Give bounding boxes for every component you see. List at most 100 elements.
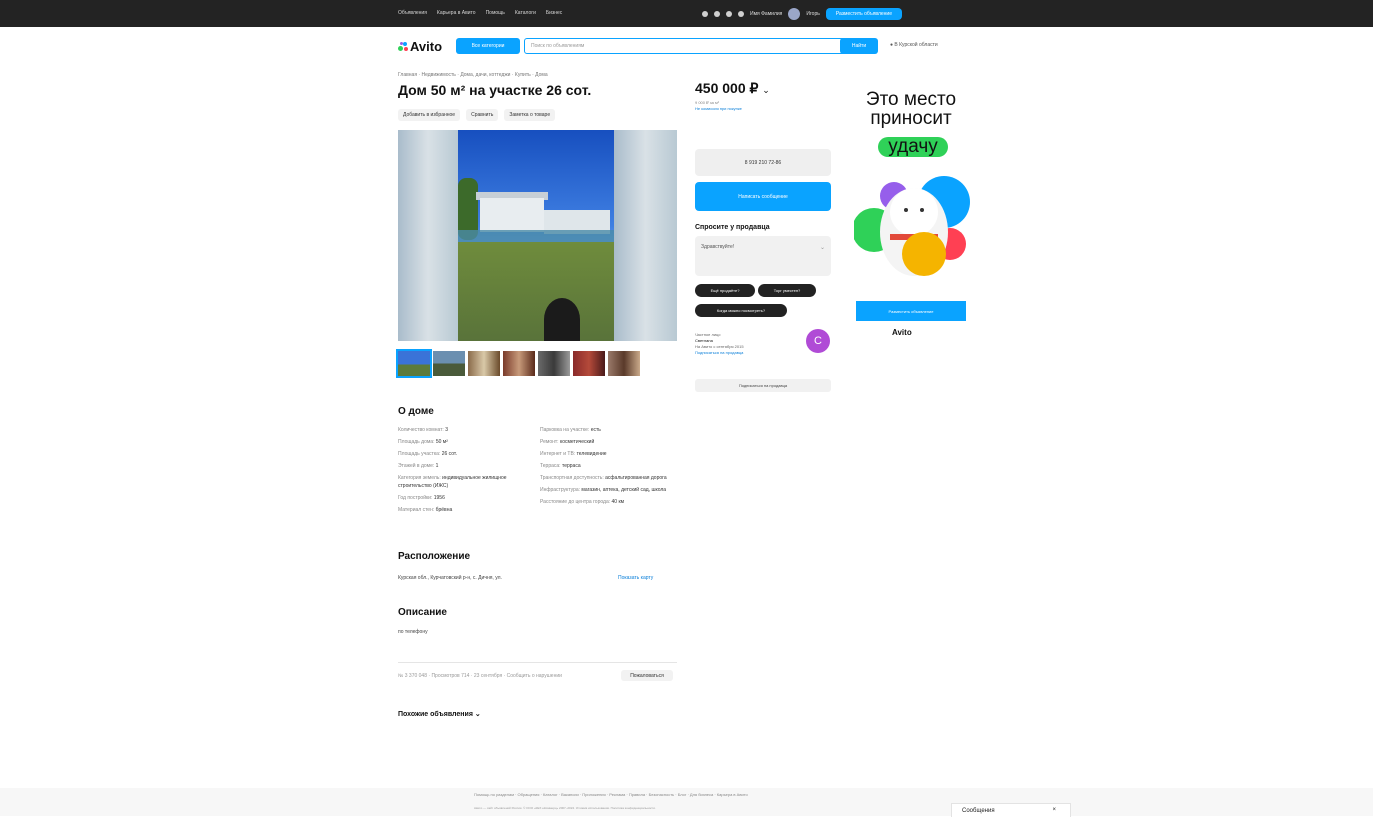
- top-nav-item[interactable]: Объявления: [398, 10, 427, 16]
- chevron-down-icon: ⌄: [819, 245, 825, 251]
- top-nav-item[interactable]: Каталоги: [515, 10, 536, 16]
- param-row: Площадь дома: 50 м²: [398, 439, 448, 445]
- thumbnail[interactable]: [573, 351, 605, 376]
- user-name[interactable]: Имя Фамилия: [750, 11, 782, 17]
- thumbnail[interactable]: [503, 351, 535, 376]
- about-heading: О доме: [398, 406, 434, 417]
- quick-question-chip[interactable]: Когда можно посмотреть?: [695, 304, 787, 317]
- param-row: Транспортная доступность: асфальтированн…: [540, 475, 667, 481]
- messenger-label: Сообщения: [962, 808, 995, 814]
- ask-seller-heading: Спросите у продавца: [695, 224, 770, 231]
- gallery-blur-left: [398, 130, 458, 341]
- about-params-right: Парковка на участке: есть Ремонт: космет…: [540, 426, 680, 510]
- param-row: Терраса: терраса: [540, 463, 581, 469]
- logo-dots-icon: [398, 41, 408, 52]
- complain-button[interactable]: Пожаловаться: [621, 670, 673, 681]
- cart-icon[interactable]: [738, 11, 744, 17]
- seller-info: Частное лицо Светлана На Авито с сентябр…: [695, 332, 744, 356]
- notifications-icon[interactable]: [726, 11, 732, 17]
- top-nav-item[interactable]: Бизнес: [546, 10, 562, 16]
- search-input[interactable]: Поиск по объявлениям: [524, 38, 846, 54]
- param-row: Этажей в доме: 1: [398, 463, 439, 469]
- param-row: Парковка на участке: есть: [540, 427, 601, 433]
- site-header: Avito Все категории Поиск по объявлениям…: [398, 36, 973, 56]
- avito-logo[interactable]: Avito: [398, 39, 442, 54]
- param-row: Инфраструктура: магазин, аптека, детский…: [540, 487, 667, 493]
- quick-question-chip[interactable]: Ещё продаёте?: [695, 284, 755, 297]
- description-text: по телефону: [398, 629, 428, 635]
- show-phone-button[interactable]: 8 919 210 72-86: [695, 149, 831, 176]
- photo-gallery[interactable]: [398, 130, 677, 341]
- page-title: Дом 50 м² на участке 26 сот.: [398, 82, 592, 98]
- commission-note[interactable]: Не комиссия при покупке: [695, 106, 742, 112]
- ad-line: приносит: [870, 108, 952, 129]
- thumbnail[interactable]: [608, 351, 640, 376]
- ad-headline: Это место приносит: [846, 90, 976, 128]
- logo-text: Avito: [410, 39, 443, 54]
- param-row: Интернет и ТВ: телевидение: [540, 451, 607, 457]
- thumbnail[interactable]: [396, 349, 432, 378]
- breadcrumb[interactable]: Главная · Недвижимость · Дома, дачи, кот…: [398, 72, 548, 78]
- favorites-icon[interactable]: [702, 11, 708, 17]
- price-note: 9 000 ₽ за м² Не комиссия при покупке: [695, 100, 742, 112]
- lucky-cat-image: [854, 176, 970, 276]
- post-ad-button[interactable]: Разместить объявление: [825, 8, 903, 20]
- write-message-button[interactable]: Написать сообщение: [695, 182, 831, 211]
- seller-subscribe-link[interactable]: Подписаться на продавца: [695, 350, 744, 356]
- chevron-down-icon[interactable]: ⌄: [762, 85, 770, 95]
- note-button[interactable]: Заметка о товаре: [504, 109, 556, 121]
- photo-thumbnails: [396, 349, 640, 378]
- param-row: Количество комнат: 3: [398, 427, 448, 433]
- param-row: Расстояние до центра города: 40 км: [540, 499, 625, 505]
- seller-avatar[interactable]: С: [806, 329, 830, 353]
- messenger-panel[interactable]: Сообщения ×: [951, 803, 1071, 817]
- quick-question-chip[interactable]: Торг уместен?: [758, 284, 816, 297]
- top-right: Имя Фамилия Игорь Разместить объявление: [702, 8, 903, 20]
- chevron-down-icon: ⌄: [474, 711, 481, 718]
- top-nav: Объявления Карьера в Авито Помощь Катало…: [398, 10, 562, 16]
- find-button[interactable]: Найти: [840, 38, 878, 54]
- param-row: Материал стен: брёвна: [398, 507, 453, 513]
- subscribe-button[interactable]: Подписаться на продавца: [695, 379, 831, 392]
- region-label: В Курской области: [894, 42, 938, 48]
- add-to-favorites-button[interactable]: Добавить в избранное: [398, 109, 461, 121]
- price: 450 000 ₽ ⌄: [695, 80, 770, 97]
- messages-icon[interactable]: [714, 11, 720, 17]
- thumbnail[interactable]: [433, 351, 465, 376]
- footer-links[interactable]: Помощь по разделам · Обращения · Каталог…: [474, 792, 748, 797]
- ad-line: Это место: [865, 89, 957, 110]
- listing-meta: № 3 370 048 · Просмотров 714 · 23 сентяб…: [398, 673, 562, 679]
- param-row: Площадь участка: 26 сот.: [398, 451, 458, 457]
- param-row: Год постройки: 1956: [398, 495, 445, 501]
- top-nav-item[interactable]: Карьера в Авито: [437, 10, 476, 16]
- gallery-blur-right: [614, 130, 677, 341]
- top-nav-item[interactable]: Помощь: [486, 10, 505, 16]
- param-row: Ремонт: косметический: [540, 439, 595, 445]
- region-selector[interactable]: ● В Курской области: [890, 42, 938, 48]
- thumbnail[interactable]: [538, 351, 570, 376]
- avatar[interactable]: [788, 8, 801, 20]
- categories-button[interactable]: Все категории: [456, 38, 520, 54]
- close-icon[interactable]: ×: [1052, 807, 1056, 813]
- thumbnail[interactable]: [468, 351, 500, 376]
- show-map-link[interactable]: Показать карту: [618, 575, 653, 581]
- address-text: Курская обл., Курчатовский р-н, с. Дичня…: [398, 575, 502, 581]
- top-bar: Объявления Карьера в Авито Помощь Катало…: [0, 0, 1373, 27]
- price-value: 450 000 ₽: [695, 80, 759, 96]
- similar-ads-label: Похожие объявления: [398, 711, 473, 718]
- param-row: Категория земель: индивидуальное жилищно…: [398, 475, 507, 489]
- ad-button[interactable]: Разместить объявление: [856, 301, 966, 321]
- main-photo[interactable]: [458, 130, 614, 341]
- location-heading: Расположение: [398, 551, 471, 562]
- similar-ads-toggle[interactable]: Похожие объявления ⌄: [398, 710, 481, 718]
- ad-highlight: удачу: [878, 137, 948, 157]
- description-heading: Описание: [398, 607, 447, 618]
- ad-banner[interactable]: Это место приносит удачу Разместить объя…: [846, 90, 976, 350]
- listing-actions: Добавить в избранное Сравнить Заметка о …: [398, 109, 556, 121]
- compare-button[interactable]: Сравнить: [466, 109, 499, 121]
- user-short-name[interactable]: Игорь: [806, 11, 819, 17]
- ask-seller-input[interactable]: Здравствуйте! ⌄: [695, 236, 831, 276]
- footer-legal: Авито — сайт объявлений России. © ООО «К…: [474, 806, 656, 810]
- divider: [398, 662, 677, 663]
- categories-button-label: Все категории: [471, 43, 505, 49]
